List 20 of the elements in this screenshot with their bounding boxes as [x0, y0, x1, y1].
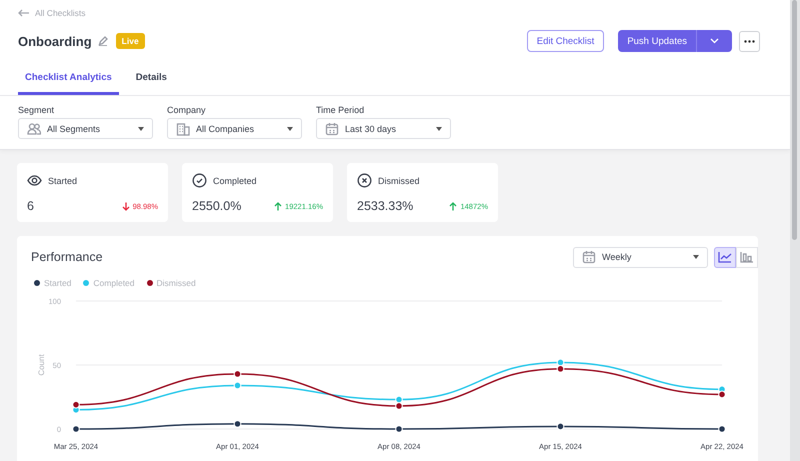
- y-axis-label: Count: [37, 354, 46, 376]
- tab[interactable]: Details: [128, 63, 174, 95]
- filter-label: Company: [167, 105, 207, 115]
- filter-dropdown[interactable]: All Segments: [18, 118, 153, 139]
- stat-label: Started: [48, 176, 78, 186]
- interval-dropdown[interactable]: Weekly: [573, 246, 708, 268]
- page-title: Onboarding: [18, 34, 92, 48]
- filter-dropdown[interactable]: All Companies: [167, 118, 302, 139]
- push-updates-button[interactable]: Push Updates: [618, 30, 696, 52]
- stat-value: 2550.0%: [192, 199, 242, 213]
- stat-label: Dismissed: [378, 176, 420, 186]
- edit-checklist-button[interactable]: Edit Checklist: [526, 30, 604, 52]
- status-badge: Live: [116, 33, 145, 49]
- stat-value: 6: [27, 199, 34, 213]
- stat-value: 2533.33%: [357, 199, 414, 213]
- stat-label: Completed: [213, 176, 257, 186]
- filter-label: Segment: [18, 105, 56, 115]
- filter-label: Time Period: [316, 105, 366, 115]
- performance-title: Performance: [31, 250, 104, 264]
- filter-dropdown[interactable]: Last 30 days: [316, 118, 451, 139]
